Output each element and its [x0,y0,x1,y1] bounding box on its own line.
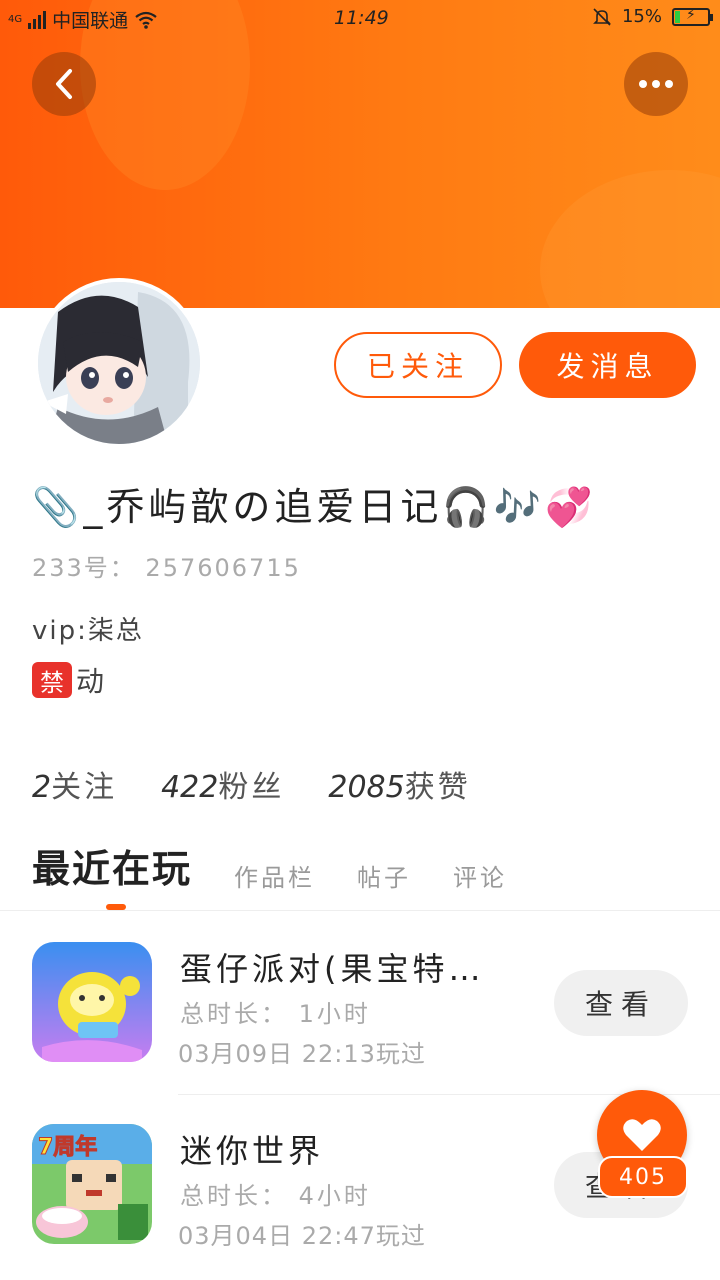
game-title: 迷你世界 [180,1132,325,1170]
stat-following-label: 关注 [51,770,118,805]
game-title: 蛋仔派对(果宝特… [180,950,485,988]
battery-fill [675,10,680,23]
stat-likes-label: 获赞 [404,770,471,805]
list-item[interactable]: 蛋仔派对(果宝特… 总时长： 1小时 03月09日 22:13玩过 查看 [0,930,720,1110]
stat-fans-count: 422 [161,770,219,805]
chevron-left-icon [56,69,72,99]
followed-button[interactable]: 已关注 [334,332,502,398]
signal-icon [28,10,47,29]
like-count: 405 [598,1156,688,1198]
game-duration: 总时长： 1小时 [180,1000,371,1028]
stat-fans-label: 粉丝 [218,770,285,805]
profile-tabs: 最近在玩 作品栏 帖子 评论 [32,838,507,899]
tab-works[interactable]: 作品栏 [234,858,315,899]
tab-recently-played[interactable]: 最近在玩 [32,838,192,899]
view-button[interactable]: 查看 [554,970,688,1036]
heart-icon [623,1119,661,1151]
battery-percent: 15% [621,6,662,27]
game-last-played: 03月09日 22:13玩过 [178,1040,426,1068]
stat-likes[interactable]: 2085获赞 [328,762,470,806]
stat-following-count: 2 [32,770,52,805]
game-icon-eggy-party [32,942,152,1062]
game-last-played: 03月04日 22:47玩过 [178,1222,426,1250]
profile-header-background [0,0,720,308]
ban-badge: 禁 [32,662,72,698]
more-dots-icon [639,80,673,88]
stat-fans[interactable]: 422粉丝 [161,762,284,806]
profile-stats: 2关注 422粉丝 2085获赞 [32,762,471,806]
bio-line-1: vip:柒总 [32,616,144,646]
avatar-image [38,282,200,444]
network-type: 4G [8,13,23,25]
game-duration: 总时长： 4小时 [180,1182,371,1210]
user-nickname: 📎_乔屿歆の追爱日记🎧🎶💞 [32,485,597,529]
status-bar: 4G 中国联通 11:49 15% ⚡ [0,0,720,36]
clock: 11:49 [334,7,389,29]
tabs-divider [0,910,720,911]
tab-comments[interactable]: 评论 [453,858,507,899]
battery-icon: ⚡ [672,7,713,26]
bio-line-2-text: 动 [76,665,105,698]
avatar[interactable] [34,278,204,448]
carrier-name: 中国联通 [52,10,129,32]
back-button[interactable] [32,52,96,116]
stat-following[interactable]: 2关注 [32,762,117,806]
tab-posts[interactable]: 帖子 [357,858,411,899]
bio-line-2: 禁 动 [32,660,104,700]
more-button[interactable] [624,52,688,116]
game-icon-mini-world: 7周年 [32,1124,152,1244]
account-id: 233号： 257606715 [32,554,301,582]
wifi-icon [135,11,157,29]
svg-text:7周年: 7周年 [38,1134,97,1160]
send-message-button[interactable]: 发消息 [519,332,696,398]
bell-muted-icon [593,7,611,26]
stat-likes-count: 2085 [328,770,405,805]
